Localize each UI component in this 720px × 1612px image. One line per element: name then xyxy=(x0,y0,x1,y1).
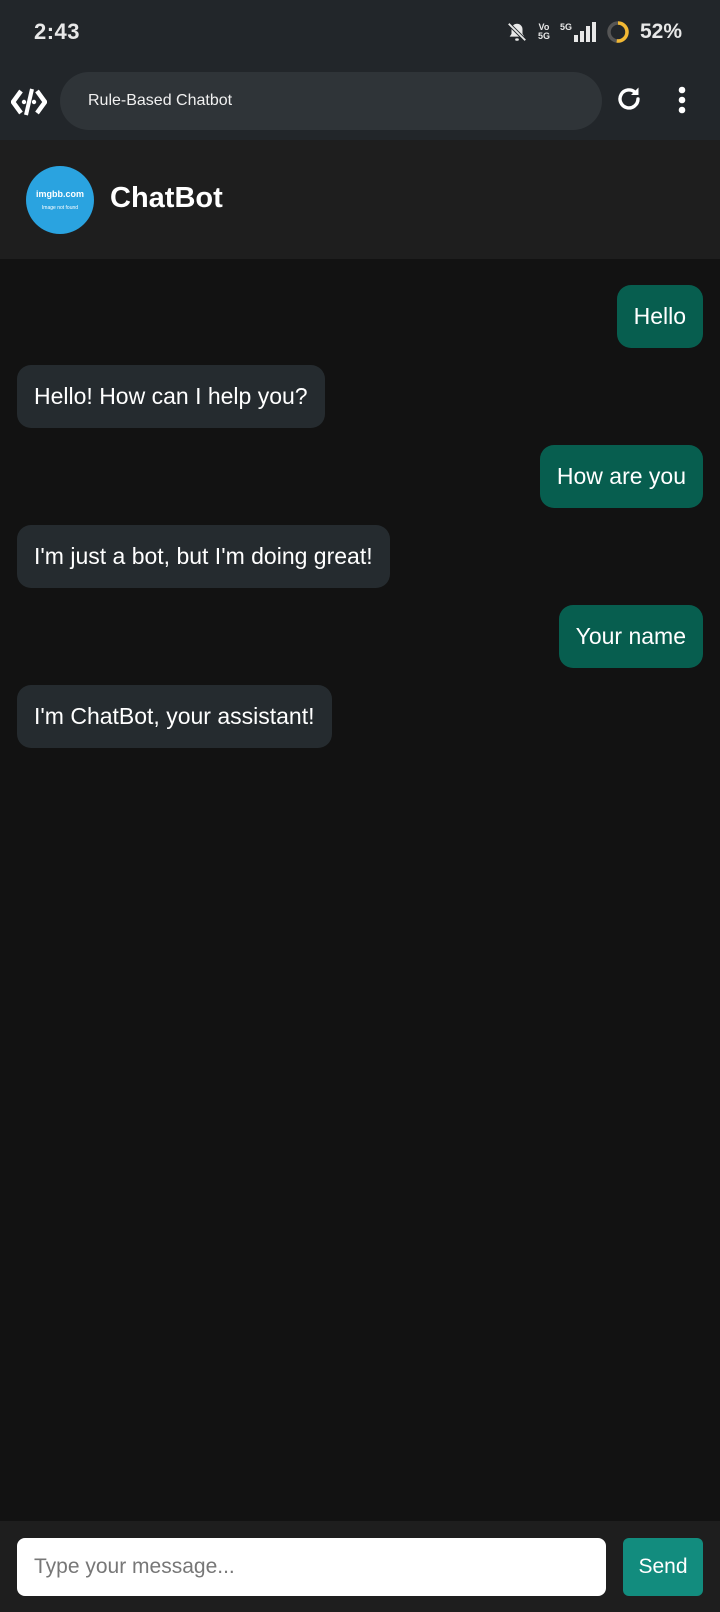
message-list[interactable]: Hello Hello! How can I help you? How are… xyxy=(0,259,720,1521)
page-title-bar[interactable]: Rule-Based Chatbot xyxy=(60,72,602,130)
message-input[interactable] xyxy=(17,1538,606,1596)
user-message: How are you xyxy=(539,445,703,508)
status-bar: 2:43 Vo 5G 5G 52% xyxy=(0,0,720,64)
status-icons: Vo 5G 5G 52% xyxy=(506,20,682,44)
page-title: Rule-Based Chatbot xyxy=(88,92,233,109)
network-type: 5G xyxy=(559,22,572,32)
status-time: 2:43 xyxy=(34,19,81,44)
avatar-line1: imgbb.com xyxy=(35,189,84,199)
chat-header: imgbb.com Image not found ChatBot xyxy=(0,140,720,259)
user-message: Your name xyxy=(558,605,703,668)
bot-message: I'm ChatBot, your assistant! xyxy=(17,685,332,748)
browser-toolbar: Rule-Based Chatbot xyxy=(0,64,720,140)
code-icon[interactable] xyxy=(11,85,47,119)
battery-percent: 52% xyxy=(639,20,682,43)
reload-icon[interactable] xyxy=(614,84,644,114)
chat-title: ChatBot xyxy=(110,182,223,214)
battery-ring-icon xyxy=(607,21,629,43)
avatar: imgbb.com Image not found xyxy=(26,166,94,234)
send-button[interactable]: Send xyxy=(623,1538,703,1596)
avatar-line2: Image not found xyxy=(41,205,79,211)
user-message: Hello xyxy=(616,285,703,348)
volte-indicator: Vo 5G xyxy=(537,22,550,41)
signal-icon: 5G xyxy=(560,22,596,42)
bot-message: I'm just a bot, but I'm doing great! xyxy=(17,525,390,588)
bell-off-icon xyxy=(507,22,527,42)
bot-message: Hello! How can I help you? xyxy=(17,365,325,428)
more-vert-icon[interactable] xyxy=(678,86,686,116)
composer: Send xyxy=(0,1521,720,1612)
